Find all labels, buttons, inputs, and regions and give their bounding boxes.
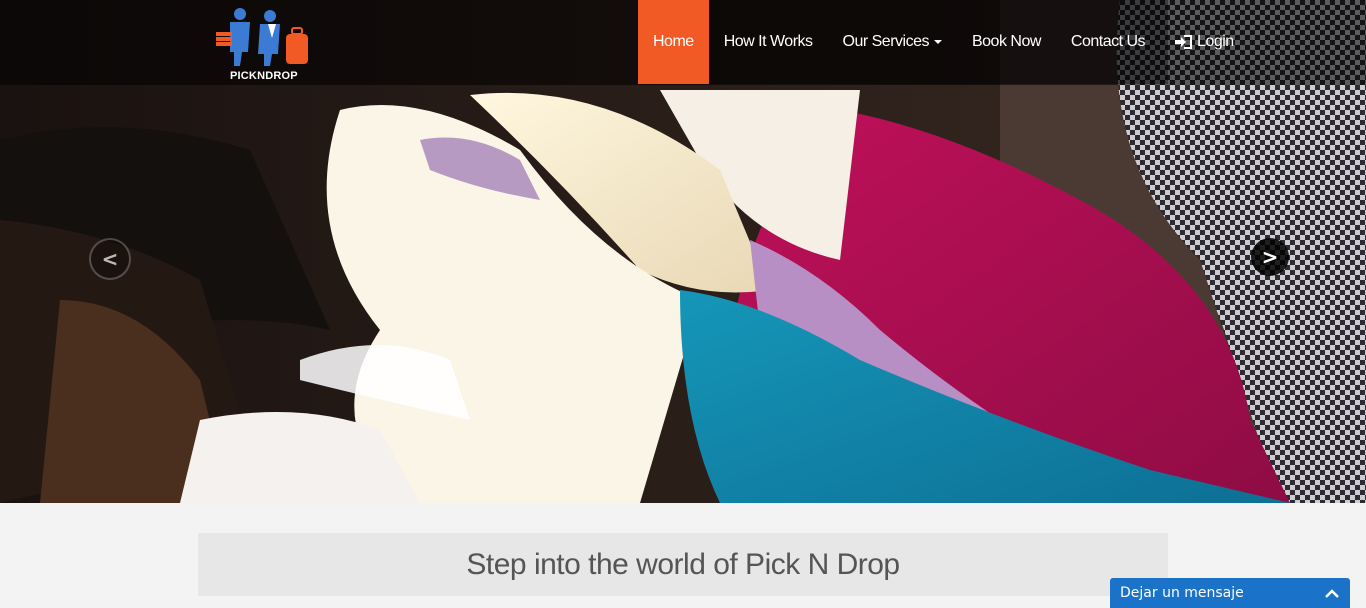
chat-label: Dejar un mensaje	[1120, 585, 1244, 601]
caret-down-icon	[933, 40, 942, 44]
nav-how-it-works[interactable]: How It Works	[709, 0, 828, 84]
tagline-box: Step into the world of Pick N Drop	[198, 533, 1168, 596]
page-title: Step into the world of Pick N Drop	[466, 547, 900, 581]
nav-home[interactable]: Home	[638, 0, 709, 84]
carousel-next-button[interactable]: >	[1251, 238, 1289, 276]
chevron-left-icon: <	[101, 247, 119, 271]
nav-our-services[interactable]: Our Services	[828, 0, 957, 84]
nav-contact-us-label: Contact Us	[1070, 33, 1146, 50]
nav-home-label: Home	[653, 33, 694, 50]
chevron-right-icon: >	[1261, 245, 1279, 269]
nav-login[interactable]: Login	[1160, 0, 1249, 84]
delivery-men-icon	[216, 8, 308, 66]
chevron-up-icon[interactable]	[1324, 588, 1340, 598]
nav-our-services-label: Our Services	[842, 33, 930, 50]
hero-carousel: PICKNDROP Home How It Works Our Services…	[0, 0, 1366, 503]
chat-widget[interactable]: Dejar un mensaje	[1110, 578, 1350, 608]
sign-in-icon	[1175, 35, 1193, 49]
nav-login-label: Login	[1197, 33, 1234, 50]
nav-book-now[interactable]: Book Now	[957, 0, 1056, 84]
site-header: PICKNDROP Home How It Works Our Services…	[0, 0, 1366, 85]
logo-text: PICKNDROP	[230, 70, 298, 82]
carousel-prev-button[interactable]: <	[89, 238, 131, 280]
nav-book-now-label: Book Now	[971, 33, 1041, 50]
main-nav: Home How It Works Our Services Book Now …	[638, 0, 1234, 84]
nav-contact-us[interactable]: Contact Us	[1056, 0, 1160, 84]
logo[interactable]: PICKNDROP	[212, 4, 316, 84]
nav-how-it-works-label: How It Works	[723, 33, 813, 50]
